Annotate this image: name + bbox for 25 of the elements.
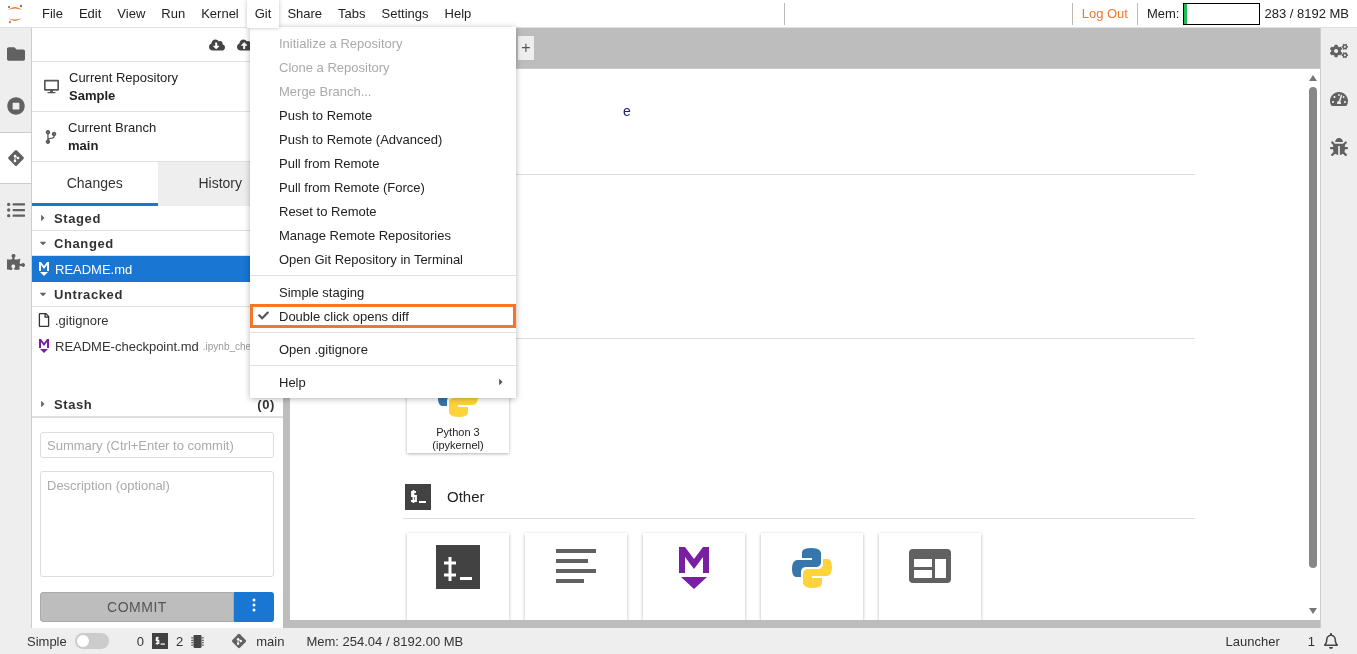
repository-name: Sample [69,88,117,103]
memory-reading: 283 / 8192 MB [1264,6,1349,21]
file-name: README.md [55,261,133,277]
memory-usage: Mem: 254.04 / 8192.00 MB [306,633,464,649]
branch-name: main [256,633,285,649]
card-label: Python 3 (ipykernel) [431,426,485,453]
branch-name: main [68,138,100,153]
section-title: Staged [54,210,102,226]
launcher-label: Launcher [1225,633,1280,649]
file-name: README-checkpoint.md [55,338,199,354]
memory-label: Mem: [1146,6,1180,21]
section-title: Stash [54,396,94,412]
branch-label: Current Branch [68,120,157,135]
terminal-count: 0 [136,633,144,649]
repository-label: Current Repository [69,70,179,85]
mode-label: Simple [27,633,67,649]
file-path: .ipynb_che [202,340,252,352]
kernel-count: 2 [176,633,184,649]
heading-text: e [623,103,632,119]
section-title: Changed [54,235,115,251]
notification-count: 1 [1307,633,1315,649]
section-count: (0) [257,396,275,412]
file-name: .gitignore [55,312,109,328]
section-title: Untracked [54,286,124,302]
section-title: Other [447,488,485,506]
